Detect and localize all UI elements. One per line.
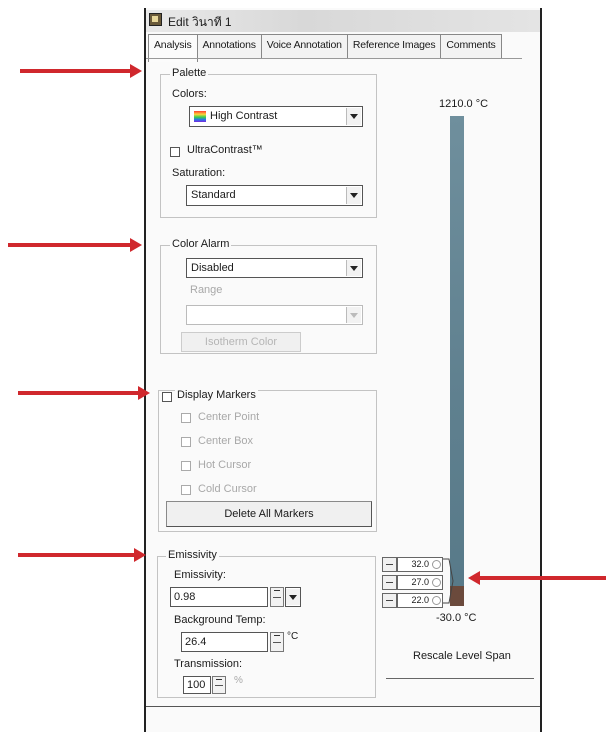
saturation-label: Saturation:	[172, 167, 226, 179]
color-alarm-select[interactable]: Disabled	[186, 258, 363, 278]
divider	[386, 678, 534, 679]
marker-mid-text: 27.0	[411, 577, 429, 587]
saturation-value: Standard	[191, 189, 236, 201]
ultracontrast-label: UltraContrast™	[187, 144, 263, 156]
background-temp-input[interactable]: 26.4	[181, 632, 268, 652]
display-markers-checkbox[interactable]	[162, 392, 172, 402]
marker-low-value[interactable]: 22.0	[397, 593, 443, 608]
transmission-spinner[interactable]	[212, 676, 226, 694]
range-select[interactable]	[186, 305, 363, 325]
transmission-unit: %	[234, 675, 243, 686]
cold-cursor-checkbox[interactable]	[181, 485, 191, 495]
colors-select[interactable]: High Contrast	[189, 106, 363, 127]
tab-comments[interactable]: Comments	[441, 34, 502, 59]
center-box-label: Center Box	[198, 435, 254, 447]
delete-all-markers-button[interactable]: Delete All Markers	[166, 501, 372, 527]
emissivity-label: Emissivity:	[174, 569, 226, 581]
scale-min-label: -30.0 °C	[436, 612, 477, 624]
center-point-checkbox[interactable]	[181, 413, 191, 423]
window-title: Edit วินาที 1	[168, 15, 232, 29]
color-alarm-value: Disabled	[191, 262, 234, 274]
marker-low-spinner[interactable]	[382, 593, 397, 608]
rescale-level-span-label[interactable]: Rescale Level Span	[413, 650, 511, 662]
background-temp-unit: °C	[287, 631, 299, 642]
saturation-select[interactable]: Standard	[186, 185, 363, 206]
annotation-arrow-markers	[18, 386, 150, 400]
annotation-arrow-palette	[20, 64, 142, 78]
palette-legend: Palette	[170, 67, 209, 79]
marker-bracket-icon	[443, 558, 454, 604]
scale-max-label: 1210.0 °C	[439, 98, 489, 110]
tab-voice-annotation[interactable]: Voice Annotation	[261, 34, 348, 59]
ultracontrast-checkbox[interactable]	[170, 147, 180, 157]
marker-high-text: 32.0	[411, 559, 429, 569]
tab-reference-images[interactable]: Reference Images	[347, 34, 442, 59]
transmission-label: Transmission:	[174, 658, 243, 670]
palette-swatch-icon	[194, 111, 206, 122]
annotation-arrow-scale	[468, 571, 606, 585]
tab-strip: Analysis Annotations Voice Annotation Re…	[148, 34, 502, 62]
hot-cursor-label: Hot Cursor	[198, 459, 252, 471]
colors-label: Colors:	[172, 88, 207, 100]
display-markers-legend: Display Markers	[175, 389, 258, 401]
chevron-down-icon	[346, 187, 361, 204]
emissivity-dropdown[interactable]	[285, 587, 301, 607]
chevron-down-icon	[346, 260, 361, 276]
color-alarm-legend: Color Alarm	[170, 238, 232, 250]
emissivity-legend: Emissivity	[166, 549, 219, 561]
annotation-arrow-color-alarm	[8, 238, 142, 252]
tab-annotations[interactable]: Annotations	[197, 34, 262, 59]
transmission-input[interactable]: 100	[183, 676, 211, 694]
marker-mid-spinner[interactable]	[382, 575, 397, 590]
window-bottom-divider	[146, 706, 540, 707]
hot-cursor-checkbox[interactable]	[181, 461, 191, 471]
background-temp-label: Background Temp:	[174, 614, 266, 626]
chevron-down-icon	[286, 589, 300, 605]
lock-icon	[432, 560, 441, 569]
colors-value: High Contrast	[210, 110, 278, 122]
isotherm-color-button[interactable]: Isotherm Color	[181, 332, 301, 352]
cold-cursor-label: Cold Cursor	[198, 483, 257, 495]
emissivity-spinner[interactable]	[270, 587, 284, 607]
lock-icon	[432, 578, 441, 587]
temperature-scale-bar[interactable]	[450, 116, 464, 586]
background-temp-spinner[interactable]	[270, 632, 284, 652]
emissivity-input[interactable]: 0.98	[170, 587, 268, 607]
marker-high-value[interactable]: 32.0	[397, 557, 443, 572]
app-icon	[149, 13, 162, 26]
marker-low-text: 22.0	[411, 595, 429, 605]
range-label: Range	[190, 284, 223, 296]
chevron-down-icon	[346, 307, 361, 323]
tab-underline	[146, 58, 522, 59]
center-point-label: Center Point	[198, 411, 260, 423]
annotation-arrow-emissivity	[18, 548, 146, 562]
lock-icon	[432, 596, 441, 605]
marker-mid-value[interactable]: 27.0	[397, 575, 443, 590]
chevron-down-icon	[346, 108, 361, 125]
marker-high-spinner[interactable]	[382, 557, 397, 572]
center-box-checkbox[interactable]	[181, 437, 191, 447]
